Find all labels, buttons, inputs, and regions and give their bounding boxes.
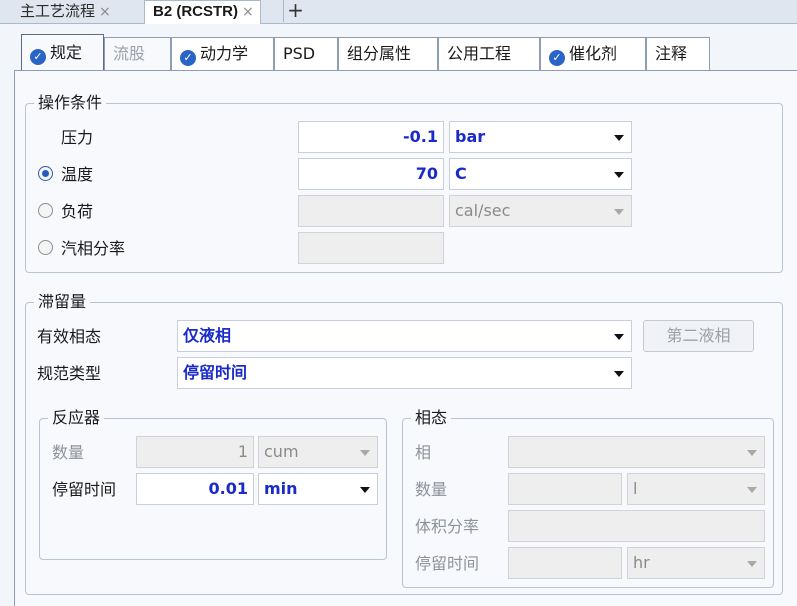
select-value: 停留时间 <box>183 363 248 382</box>
duty-radio[interactable] <box>38 203 53 218</box>
select-value: l <box>633 479 638 498</box>
vapor-fraction-input[interactable] <box>298 232 444 264</box>
check-icon: ✓ <box>30 49 46 65</box>
chevron-down-icon <box>747 487 757 493</box>
volume-fraction-input[interactable] <box>508 510 765 542</box>
tab-kinetics[interactable]: ✓ 动力学 <box>171 37 274 71</box>
phase-quantity-label: 数量 <box>415 480 448 499</box>
group-title: 相态 <box>411 407 452 429</box>
reactor-quantity-unit-select[interactable]: cum <box>258 436 378 468</box>
temperature-input[interactable]: 70 <box>298 158 444 190</box>
tab-label: 流股 <box>113 44 146 63</box>
pressure-input[interactable]: -0.1 <box>298 121 444 153</box>
chevron-down-icon <box>747 561 757 567</box>
select-value: bar <box>455 127 486 146</box>
spec-type-select[interactable]: 停留时间 <box>177 357 632 389</box>
duty-input[interactable] <box>298 195 444 227</box>
form-tab-strip: ✓ 规定 流股 ✓ 动力学 PSD 组分属性 公用工程 ✓ 催化剂 注释 <box>0 24 797 72</box>
select-value: cum <box>264 442 299 461</box>
check-icon: ✓ <box>180 50 196 66</box>
chevron-down-icon <box>614 135 624 141</box>
tab-label: 动力学 <box>200 44 249 63</box>
select-value: C <box>455 164 467 183</box>
close-icon[interactable]: × <box>242 4 254 20</box>
volume-fraction-label: 体积分率 <box>415 517 480 536</box>
tab-label: 注释 <box>655 44 688 63</box>
chevron-down-icon <box>360 450 370 456</box>
reactor-residence-time-unit-select[interactable]: min <box>258 473 378 505</box>
tab-label: 规定 <box>50 43 83 62</box>
chevron-down-icon <box>614 209 624 215</box>
phase-residence-time-input[interactable] <box>508 547 622 579</box>
pressure-label: 压力 <box>61 128 94 147</box>
second-liquid-button[interactable]: 第二液相 <box>643 320 754 352</box>
tab-specifications[interactable]: ✓ 规定 <box>21 34 104 72</box>
spec-type-label: 规范类型 <box>37 364 102 383</box>
temperature-label: 温度 <box>61 165 94 184</box>
group-title: 反应器 <box>48 407 105 429</box>
select-value: hr <box>633 553 650 572</box>
doc-tab-main-flowsheet[interactable]: 主工艺流程 × <box>0 0 117 24</box>
close-icon[interactable]: × <box>99 4 111 20</box>
phase-label: 相 <box>415 443 432 462</box>
duty-label: 负荷 <box>61 202 94 221</box>
check-icon: ✓ <box>549 50 565 66</box>
reactor-quantity-label: 数量 <box>52 443 85 462</box>
select-value: min <box>264 479 298 498</box>
phase-residence-time-unit-select[interactable]: hr <box>627 547 765 579</box>
reactor-quantity-input[interactable]: 1 <box>136 436 254 468</box>
valid-phases-label: 有效相态 <box>37 327 102 346</box>
phase-select[interactable] <box>508 436 765 468</box>
temperature-radio[interactable] <box>38 166 53 181</box>
tab-component-attributes[interactable]: 组分属性 <box>338 37 438 71</box>
select-value: 仅液相 <box>183 326 232 345</box>
vapor-fraction-radio[interactable] <box>38 240 53 255</box>
phase-quantity-input[interactable] <box>508 473 622 505</box>
chevron-down-icon <box>747 450 757 456</box>
tab-label: PSD <box>283 44 316 63</box>
tab-catalyst[interactable]: ✓ 催化剂 <box>540 37 646 71</box>
doc-tab-label: 主工艺流程 <box>20 2 96 20</box>
reactor-residence-time-input[interactable]: 0.01 <box>136 473 254 505</box>
tab-label: 公用工程 <box>447 44 512 63</box>
tab-utilities[interactable]: 公用工程 <box>438 37 540 71</box>
new-tab-plus-icon[interactable]: + <box>283 0 307 22</box>
chevron-down-icon <box>614 334 624 340</box>
phase-quantity-unit-select[interactable]: l <box>627 473 765 505</box>
tab-label: 催化剂 <box>569 44 618 63</box>
chevron-down-icon <box>360 487 370 493</box>
phase-residence-time-label: 停留时间 <box>415 554 480 573</box>
select-value: cal/sec <box>455 201 511 220</box>
group-title: 操作条件 <box>34 92 107 114</box>
chevron-down-icon <box>614 172 624 178</box>
doc-tab-b2-rcstr[interactable]: B2 (RCSTR) × <box>144 0 261 25</box>
tab-comments[interactable]: 注释 <box>646 37 710 71</box>
doc-tab-label: B2 (RCSTR) <box>153 3 238 20</box>
vapor-fraction-label: 汽相分率 <box>61 239 126 258</box>
temperature-unit-select[interactable]: C <box>449 158 632 190</box>
duty-unit-select[interactable]: cal/sec <box>449 195 632 227</box>
reactor-residence-time-label: 停留时间 <box>52 480 117 499</box>
pressure-unit-select[interactable]: bar <box>449 121 632 153</box>
valid-phases-select[interactable]: 仅液相 <box>177 320 632 352</box>
tab-psd[interactable]: PSD <box>274 37 338 71</box>
chevron-down-icon <box>614 371 624 377</box>
tab-label: 组分属性 <box>347 44 412 63</box>
group-title: 滞留量 <box>34 291 91 313</box>
document-tab-strip: 主工艺流程 × B2 (RCSTR) × + <box>0 0 797 25</box>
tab-streams[interactable]: 流股 <box>104 37 171 71</box>
